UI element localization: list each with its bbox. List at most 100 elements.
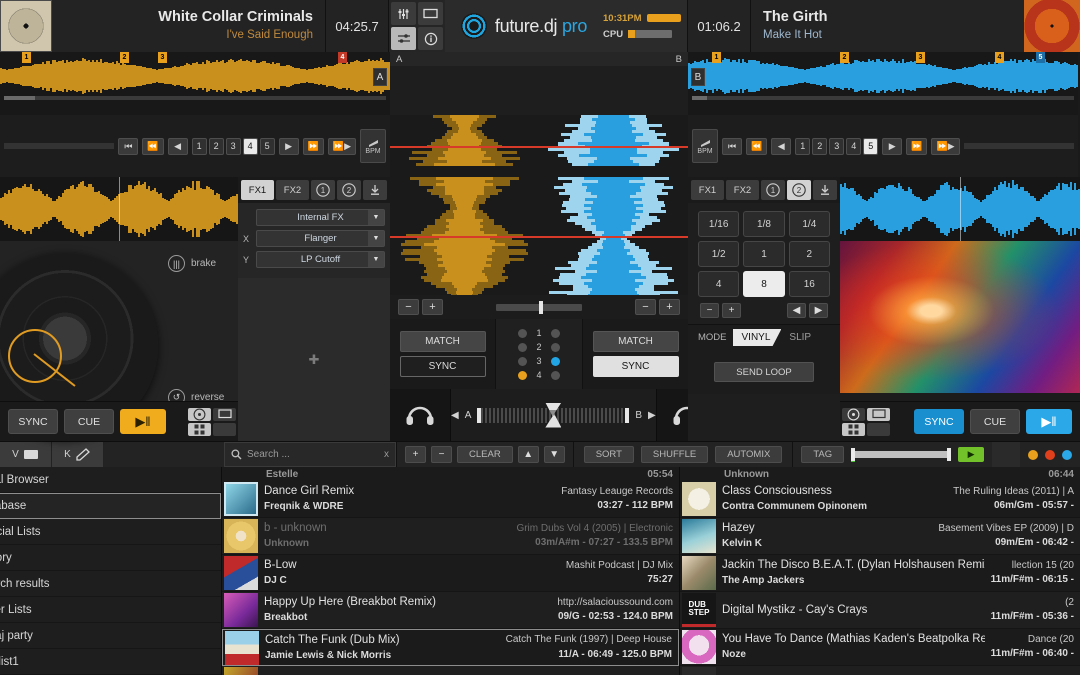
master-pitch-slider[interactable] xyxy=(496,304,582,311)
fx-download-icon-b[interactable] xyxy=(813,180,837,200)
table-row[interactable]: You Have To Dance (Mathias Kaden's Beatp… xyxy=(680,629,1080,666)
karaoke-toggle-button[interactable]: K xyxy=(52,442,104,467)
remove-track-button[interactable]: − xyxy=(431,446,452,463)
fx1-tab-b[interactable]: FX1 xyxy=(691,180,724,200)
deck-a-step-fwd-button[interactable]: ▶ xyxy=(279,138,299,155)
loop-size-16[interactable]: 16 xyxy=(789,271,830,297)
cue-button-4[interactable]: 4 xyxy=(846,138,861,155)
deck-b-match-button[interactable]: MATCH xyxy=(593,331,679,352)
table-row[interactable]: Happy Up Here (Breakbot Remix) Breakbot … xyxy=(222,592,679,629)
table-row[interactable]: Dance Girl Remix Freqnik & WDRE Fantasy … xyxy=(222,481,679,518)
cue-button-1[interactable]: 1 xyxy=(192,138,207,155)
cue-button-4[interactable]: 4 xyxy=(243,138,258,155)
cue-marker[interactable]: 2 xyxy=(840,52,849,63)
crossfader[interactable] xyxy=(477,408,629,423)
cue-marker[interactable]: 1 xyxy=(712,52,721,63)
cue-button-1[interactable]: 1 xyxy=(795,138,810,155)
loop-size-1-2[interactable]: 1/2 xyxy=(698,241,739,267)
fx2-tab[interactable]: FX2 xyxy=(276,180,309,200)
crossfader-a-arrow[interactable]: ◀ xyxy=(451,410,459,421)
deck-a-skip-end-button[interactable]: ⏩▶ xyxy=(328,138,356,155)
deck-b-play-button[interactable]: ▶‖ xyxy=(1026,409,1072,434)
table-row-partial[interactable]: Sounds Of The Moogeeness Vol 1 xyxy=(222,666,679,675)
fx-slot-2-button[interactable]: 2 xyxy=(337,180,361,200)
mixer-view-icon[interactable] xyxy=(391,2,416,25)
deck-a-step-back-button[interactable]: ◀ xyxy=(168,138,188,155)
brake-control[interactable]: ||| brake xyxy=(168,255,216,272)
deck-a-match-button[interactable]: MATCH xyxy=(400,331,486,352)
deck-a-sync-button[interactable]: SYNC xyxy=(8,409,58,434)
tag-button[interactable]: TAG xyxy=(801,446,844,463)
right-track-list[interactable]: Unknown06:44 Class Consciousness Contra … xyxy=(680,467,1080,675)
deck-b-skip-start-button[interactable]: ⏮ xyxy=(722,138,742,155)
pad-extra-icon[interactable] xyxy=(867,423,890,436)
shuffle-button[interactable]: SHUFFLE xyxy=(641,446,708,463)
deck-b-bpm-button[interactable]: BPM xyxy=(692,129,718,163)
vinyl-mode-icon[interactable] xyxy=(842,408,865,421)
clear-playlist-button[interactable]: CLEAR xyxy=(457,446,513,463)
deck-b-rewind-button[interactable]: ⏪ xyxy=(746,138,767,155)
fx2-tab-b[interactable]: FX2 xyxy=(726,180,759,200)
cue-marker[interactable]: 2 xyxy=(120,52,129,63)
sidebar-item-playlist1[interactable]: Playlist1 xyxy=(0,649,221,675)
sidebar-item-local-browser[interactable]: Local Browser xyxy=(0,467,221,493)
loop-minus-button[interactable]: − xyxy=(700,303,719,318)
loop-next-button[interactable]: ▶ xyxy=(809,303,828,318)
deck-a-skip-start-button[interactable]: ⏮ xyxy=(118,138,138,155)
deck-a-fast-fwd-button[interactable]: ⏩ xyxy=(303,138,324,155)
cue-marker[interactable]: 5 xyxy=(1036,52,1045,63)
vinyl-mode-icon[interactable] xyxy=(188,408,211,421)
cue-button-5[interactable]: 5 xyxy=(863,138,878,155)
loop-prev-button[interactable]: ◀ xyxy=(787,303,806,318)
left-track-list[interactable]: Estelle05:54 Dance Girl Remix Freqnik & … xyxy=(222,467,680,675)
table-row[interactable]: Jackin The Disco B.E.A.T. (Dylan Holshau… xyxy=(680,555,1080,592)
fx-slot-1-button-b[interactable]: 1 xyxy=(761,180,785,200)
loop-size-1-16[interactable]: 1/16 xyxy=(698,211,739,237)
table-row[interactable]: DUBSTEP Digital Mystikz - Cay's Crays (2… xyxy=(680,592,1080,629)
loop-size-2[interactable]: 2 xyxy=(789,241,830,267)
deck-a-headphone-button[interactable] xyxy=(390,403,450,427)
loop-size-1-4[interactable]: 1/4 xyxy=(789,211,830,237)
pitch-b-minus[interactable]: − xyxy=(635,299,656,315)
fx-y-dropdown[interactable]: LP Cutoff▼ xyxy=(256,251,385,268)
cue-button-3[interactable]: 3 xyxy=(226,138,241,155)
deck-a-overview-waveform[interactable]: 1 2 3 4 A xyxy=(0,52,390,115)
tag-slider[interactable] xyxy=(851,451,951,458)
table-row[interactable]: Catch The Funk (Dub Mix) Jamie Lewis & N… xyxy=(222,629,679,666)
crossfader-handle[interactable] xyxy=(545,403,561,428)
loop-size-1[interactable]: 1 xyxy=(743,241,784,267)
table-row[interactable]: B-Low DJ C Mashit Podcast | DJ Mix 75:27 xyxy=(222,555,679,592)
deck-display-icon[interactable] xyxy=(867,408,890,421)
deck-b-cue-button[interactable]: CUE xyxy=(970,409,1020,434)
sidebar-item-search-results[interactable]: Search results xyxy=(0,571,221,597)
sidebar-item-garaj-party[interactable]: Garaj party xyxy=(0,623,221,649)
deck-b-detail-waveform[interactable] xyxy=(840,177,1080,241)
deck-a-scroll-bar[interactable] xyxy=(4,143,114,149)
tag-play-button[interactable]: ▶ xyxy=(958,447,984,462)
deck-b-scroll-bar[interactable] xyxy=(964,143,1074,149)
deck-a-play-button[interactable]: ▶‖ xyxy=(120,409,166,434)
deck-b-overview-waveform[interactable]: 1 2 3 4 5 B xyxy=(688,52,1078,115)
deck-b-fast-fwd-button[interactable]: ⏩ xyxy=(906,138,927,155)
add-track-button[interactable]: + xyxy=(405,446,426,463)
cue-button-3[interactable]: 3 xyxy=(829,138,844,155)
table-row[interactable]: b - unknown Unknown Grim Dubs Vol 4 (200… xyxy=(222,518,679,555)
pad-grid-icon[interactable] xyxy=(188,423,211,436)
cue-marker[interactable]: 4 xyxy=(995,52,1004,63)
fx-slot-2-button-b[interactable]: 2 xyxy=(787,180,811,200)
sidebar-item-other-lists[interactable]: Other Lists xyxy=(0,597,221,623)
cue-marker[interactable]: 1 xyxy=(22,52,31,63)
info-icon[interactable] xyxy=(418,27,443,50)
video-toggle-button[interactable]: V xyxy=(0,442,52,467)
pitch-a-minus[interactable]: − xyxy=(398,299,419,315)
loop-size-8[interactable]: 8 xyxy=(743,271,784,297)
loop-size-1-8[interactable]: 1/8 xyxy=(743,211,784,237)
table-row[interactable]: Hazey Kelvin K Basement Vibes EP (2009) … xyxy=(680,518,1080,555)
send-loop-button[interactable]: SEND LOOP xyxy=(714,362,814,382)
pad-extra-icon[interactable] xyxy=(213,423,236,436)
deck-display-icon[interactable] xyxy=(213,408,236,421)
deck-a-rewind-button[interactable]: ⏪ xyxy=(142,138,163,155)
deck-a-sync-toggle[interactable]: SYNC xyxy=(400,356,486,377)
sidebar-item-database[interactable]: Database xyxy=(0,493,221,519)
loop-size-4[interactable]: 4 xyxy=(698,271,739,297)
